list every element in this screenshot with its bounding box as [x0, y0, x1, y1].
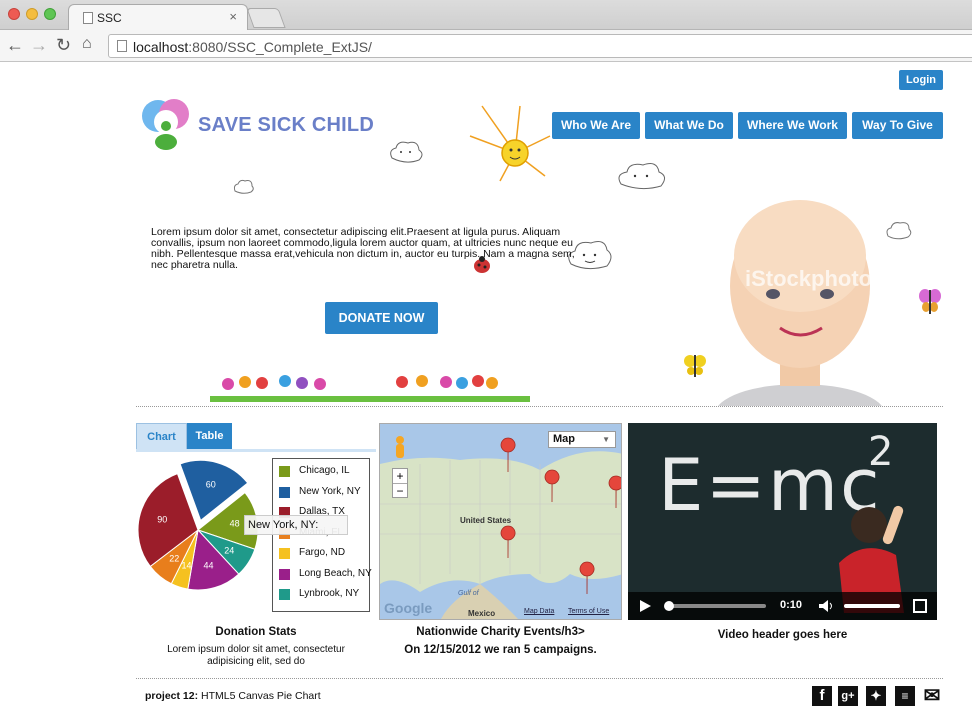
butterfly-icon [684, 355, 706, 377]
chart-legend: Chicago, ILNew York, NYDallas, TXMiami, … [272, 458, 372, 612]
intro-text: Lorem ipsum dolor sit amet, consectetur … [151, 226, 575, 271]
pie-value-label: 44 [204, 561, 214, 571]
page-icon [83, 12, 93, 24]
browser-tab[interactable]: SSC × [68, 4, 248, 31]
map-marker-icon [500, 525, 516, 559]
nav-way-to-give[interactable]: Way To Give [852, 112, 943, 139]
sun-doodle-icon [469, 105, 551, 182]
reload-icon[interactable]: ↻ [56, 35, 71, 56]
cloud-doodle-icon [390, 141, 423, 163]
logo-text: SAVE SICK CHILD [198, 114, 374, 136]
minimize-window-button[interactable] [26, 8, 38, 20]
login-button[interactable]: Login [899, 70, 943, 90]
google-plus-icon[interactable]: g+ [838, 686, 858, 706]
chart-title: Donation Stats [215, 626, 297, 638]
map-title-line1: Nationwide Charity Events/h3> [416, 626, 585, 638]
video-controls: 0:10 [628, 592, 937, 620]
forward-arrow-icon[interactable]: → [30, 35, 48, 56]
child-photo: iStockphoto [718, 200, 882, 406]
map-marker-icon [500, 437, 516, 473]
map-marker-icon [608, 475, 621, 509]
butterfly-icon [919, 289, 941, 314]
legend-swatch [279, 466, 290, 477]
video-chalk-exponent: 2 [868, 429, 894, 475]
map-title-line2: On 12/15/2012 we ran 5 campaigns. [404, 644, 597, 656]
map-widget[interactable]: + − Map ▼ United States Mexico Gulf of Go… [379, 423, 622, 620]
tab-table[interactable]: Table [187, 423, 232, 449]
nav-where-we-work[interactable]: Where We Work [738, 112, 847, 139]
pie-value-label: 90 [157, 515, 167, 525]
pie-value-label: 14 [181, 560, 191, 570]
chart-description: Lorem ipsum dolor sit amet, consectetur … [167, 644, 345, 667]
close-window-button[interactable] [8, 8, 20, 20]
video-scrubber[interactable] [664, 601, 674, 611]
play-icon[interactable] [638, 599, 652, 613]
rss-icon[interactable]: ≡ [895, 686, 915, 706]
divider [136, 406, 943, 407]
logo-icon [142, 99, 189, 150]
legend-label: New York, NY [299, 485, 361, 497]
watermark-text: iStockphoto [745, 266, 872, 291]
video-progress-bar[interactable] [664, 601, 766, 611]
volume-slider[interactable] [844, 604, 900, 608]
tab-close-icon[interactable]: × [229, 9, 237, 24]
pie-value-label: 24 [224, 545, 234, 555]
legend-label: Chicago, IL [299, 465, 350, 476]
back-arrow-icon[interactable]: ← [6, 35, 24, 56]
volume-icon[interactable] [818, 599, 836, 613]
browser-toolbar: ← → ↻ ⌂ localhost:8080/SSC_Complete_ExtJ… [0, 30, 972, 62]
ladybug-icon [474, 256, 490, 273]
nav-what-we-do[interactable]: What We Do [645, 112, 733, 139]
cloud-doodle-icon [233, 179, 254, 194]
flowers-grass-doodle [210, 375, 530, 402]
twitter-icon[interactable]: ✦ [866, 686, 886, 706]
map-marker-icon [579, 561, 595, 595]
home-icon[interactable]: ⌂ [82, 35, 92, 53]
maximize-window-button[interactable] [44, 8, 56, 20]
pie-value-label: 60 [206, 480, 216, 490]
video-player[interactable]: E=mc 2 0:10 [628, 423, 937, 620]
browser-tabbar: SSC × [0, 0, 972, 31]
map-markers [500, 437, 621, 595]
legend-swatch [279, 568, 290, 580]
chart-tooltip: New York, NY: [244, 515, 348, 535]
donate-now-button[interactable]: DONATE NOW [325, 302, 438, 334]
legend-label: Fargo, ND [299, 547, 346, 558]
facebook-icon[interactable]: f [812, 686, 832, 706]
tab-title: SSC [97, 11, 122, 25]
video-caption: Video header goes here [717, 629, 848, 641]
pie-value-label: 22 [169, 554, 179, 564]
divider [136, 678, 943, 679]
fullscreen-icon[interactable] [913, 599, 927, 613]
url-text: localhost:8080/SSC_Complete_ExtJS/ [133, 39, 372, 55]
legend-label: Lynbrook, NY [299, 588, 360, 599]
video-time: 0:10 [780, 599, 803, 611]
pie-value-label: 48 [230, 519, 240, 529]
legend-label: Long Beach, NY [299, 567, 372, 579]
tab-chart[interactable]: Chart [136, 423, 187, 449]
map-marker-icon [544, 469, 560, 503]
legend-swatch [279, 589, 290, 600]
address-bar[interactable]: localhost:8080/SSC_Complete_ExtJS/ [108, 34, 972, 58]
footer-project: project 12: HTML5 Canvas Pie Chart [145, 690, 321, 702]
mail-icon[interactable]: ✉ [922, 686, 942, 706]
legend-swatch [279, 548, 290, 559]
page-icon [117, 40, 127, 52]
cloud-doodle-icon [618, 163, 665, 190]
new-tab-button[interactable] [246, 8, 286, 28]
legend-swatch [279, 486, 290, 498]
